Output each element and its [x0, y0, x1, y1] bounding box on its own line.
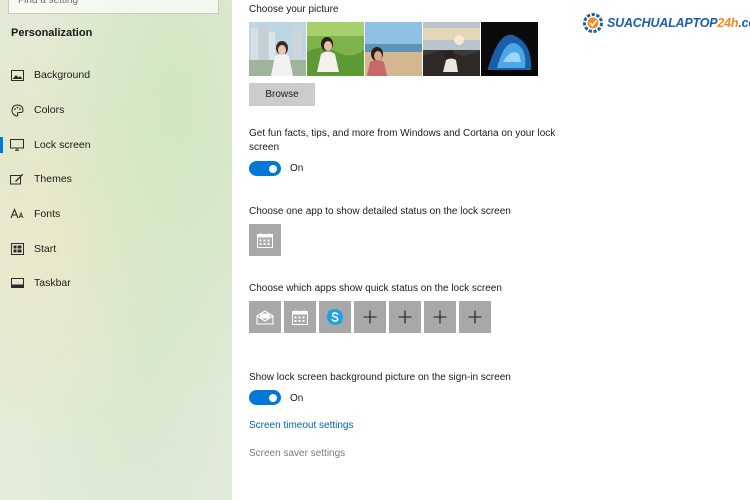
sidebar-item-start[interactable]: Start: [0, 234, 232, 264]
sidebar-item-label: Start: [34, 243, 57, 255]
palette-icon: [10, 103, 24, 117]
fun-facts-toggle[interactable]: [249, 161, 281, 176]
start-icon: [10, 242, 24, 256]
browse-button[interactable]: Browse: [249, 83, 315, 106]
detailed-status-label: Choose one app to show detailed status o…: [249, 206, 511, 217]
screen-saver-settings-link[interactable]: Screen saver settings: [249, 448, 345, 459]
toggle-knob: [269, 164, 277, 173]
fun-facts-label-line1: Get fun facts, tips, and more from Windo…: [249, 128, 556, 139]
plus-icon: [468, 310, 482, 324]
sidebar-item-label: Fonts: [34, 208, 61, 220]
fun-facts-label-line2: screen: [249, 142, 280, 153]
choose-picture-label: Choose your picture: [249, 4, 339, 15]
picture-icon: [10, 68, 24, 82]
skype-icon: [327, 309, 343, 325]
search-box[interactable]: [8, 0, 219, 14]
quick-status-add-app[interactable]: [389, 301, 421, 333]
detailed-status-app-button[interactable]: [249, 224, 281, 256]
sidebar-item-background[interactable]: Background: [0, 60, 232, 90]
sidebar-item-label: Taskbar: [34, 277, 71, 289]
picture-thumbnail[interactable]: [481, 22, 538, 76]
gear-icon: [583, 13, 603, 33]
plus-icon: [363, 310, 377, 324]
quick-status-label: Choose which apps show quick status on t…: [249, 283, 502, 294]
picture-thumbnail[interactable]: [307, 22, 364, 76]
lock-screen-settings: Choose your picture Browse Get fun facts…: [232, 0, 750, 500]
picture-thumbnail[interactable]: [249, 22, 306, 76]
sidebar-item-lock-screen[interactable]: Lock screen: [0, 130, 232, 160]
screen-timeout-settings-link[interactable]: Screen timeout settings: [249, 420, 354, 431]
quick-status-add-app[interactable]: [354, 301, 386, 333]
quick-status-add-app[interactable]: [459, 301, 491, 333]
sidebar-item-label: Colors: [34, 104, 65, 116]
mail-icon: [256, 309, 274, 325]
brush-icon: [10, 172, 24, 186]
sidebar-item-themes[interactable]: Themes: [0, 164, 232, 194]
quick-status-app-mail[interactable]: [249, 301, 281, 333]
signin-background-toggle[interactable]: [249, 390, 281, 405]
calendar-icon: [257, 232, 273, 248]
signin-background-toggle-state: On: [290, 393, 304, 404]
sidebar-item-label: Themes: [34, 173, 72, 185]
calendar-icon: [292, 309, 308, 325]
signin-background-label: Show lock screen background picture on t…: [249, 372, 511, 383]
watermark-text: SUACHUALAPTOP24h.com: [607, 16, 750, 30]
watermark-logo: SUACHUALAPTOP24h.com: [582, 12, 750, 34]
plus-icon: [433, 310, 447, 324]
sidebar-item-label: Background: [34, 69, 91, 81]
quick-status-app-calendar[interactable]: [284, 301, 316, 333]
sidebar-item-fonts[interactable]: Fonts: [0, 199, 232, 229]
font-icon: [10, 207, 24, 221]
picture-thumbnail[interactable]: [423, 22, 480, 76]
section-title: Personalization: [11, 27, 93, 39]
fun-facts-toggle-state: On: [290, 163, 304, 174]
picture-thumbnails: [249, 22, 538, 76]
monitor-icon: [10, 138, 24, 152]
toggle-knob: [269, 393, 277, 402]
settings-sidebar: Personalization Background Colors Lock s…: [0, 0, 232, 500]
quick-status-add-app[interactable]: [424, 301, 456, 333]
search-input[interactable]: [9, 0, 218, 13]
quick-status-app-skype[interactable]: [319, 301, 351, 333]
sidebar-item-colors[interactable]: Colors: [0, 95, 232, 125]
sidebar-item-label: Lock screen: [34, 139, 91, 151]
plus-icon: [398, 310, 412, 324]
taskbar-icon: [10, 276, 24, 290]
picture-thumbnail[interactable]: [365, 22, 422, 76]
search-icon[interactable]: [199, 1, 211, 11]
sidebar-item-taskbar[interactable]: Taskbar: [0, 268, 232, 298]
